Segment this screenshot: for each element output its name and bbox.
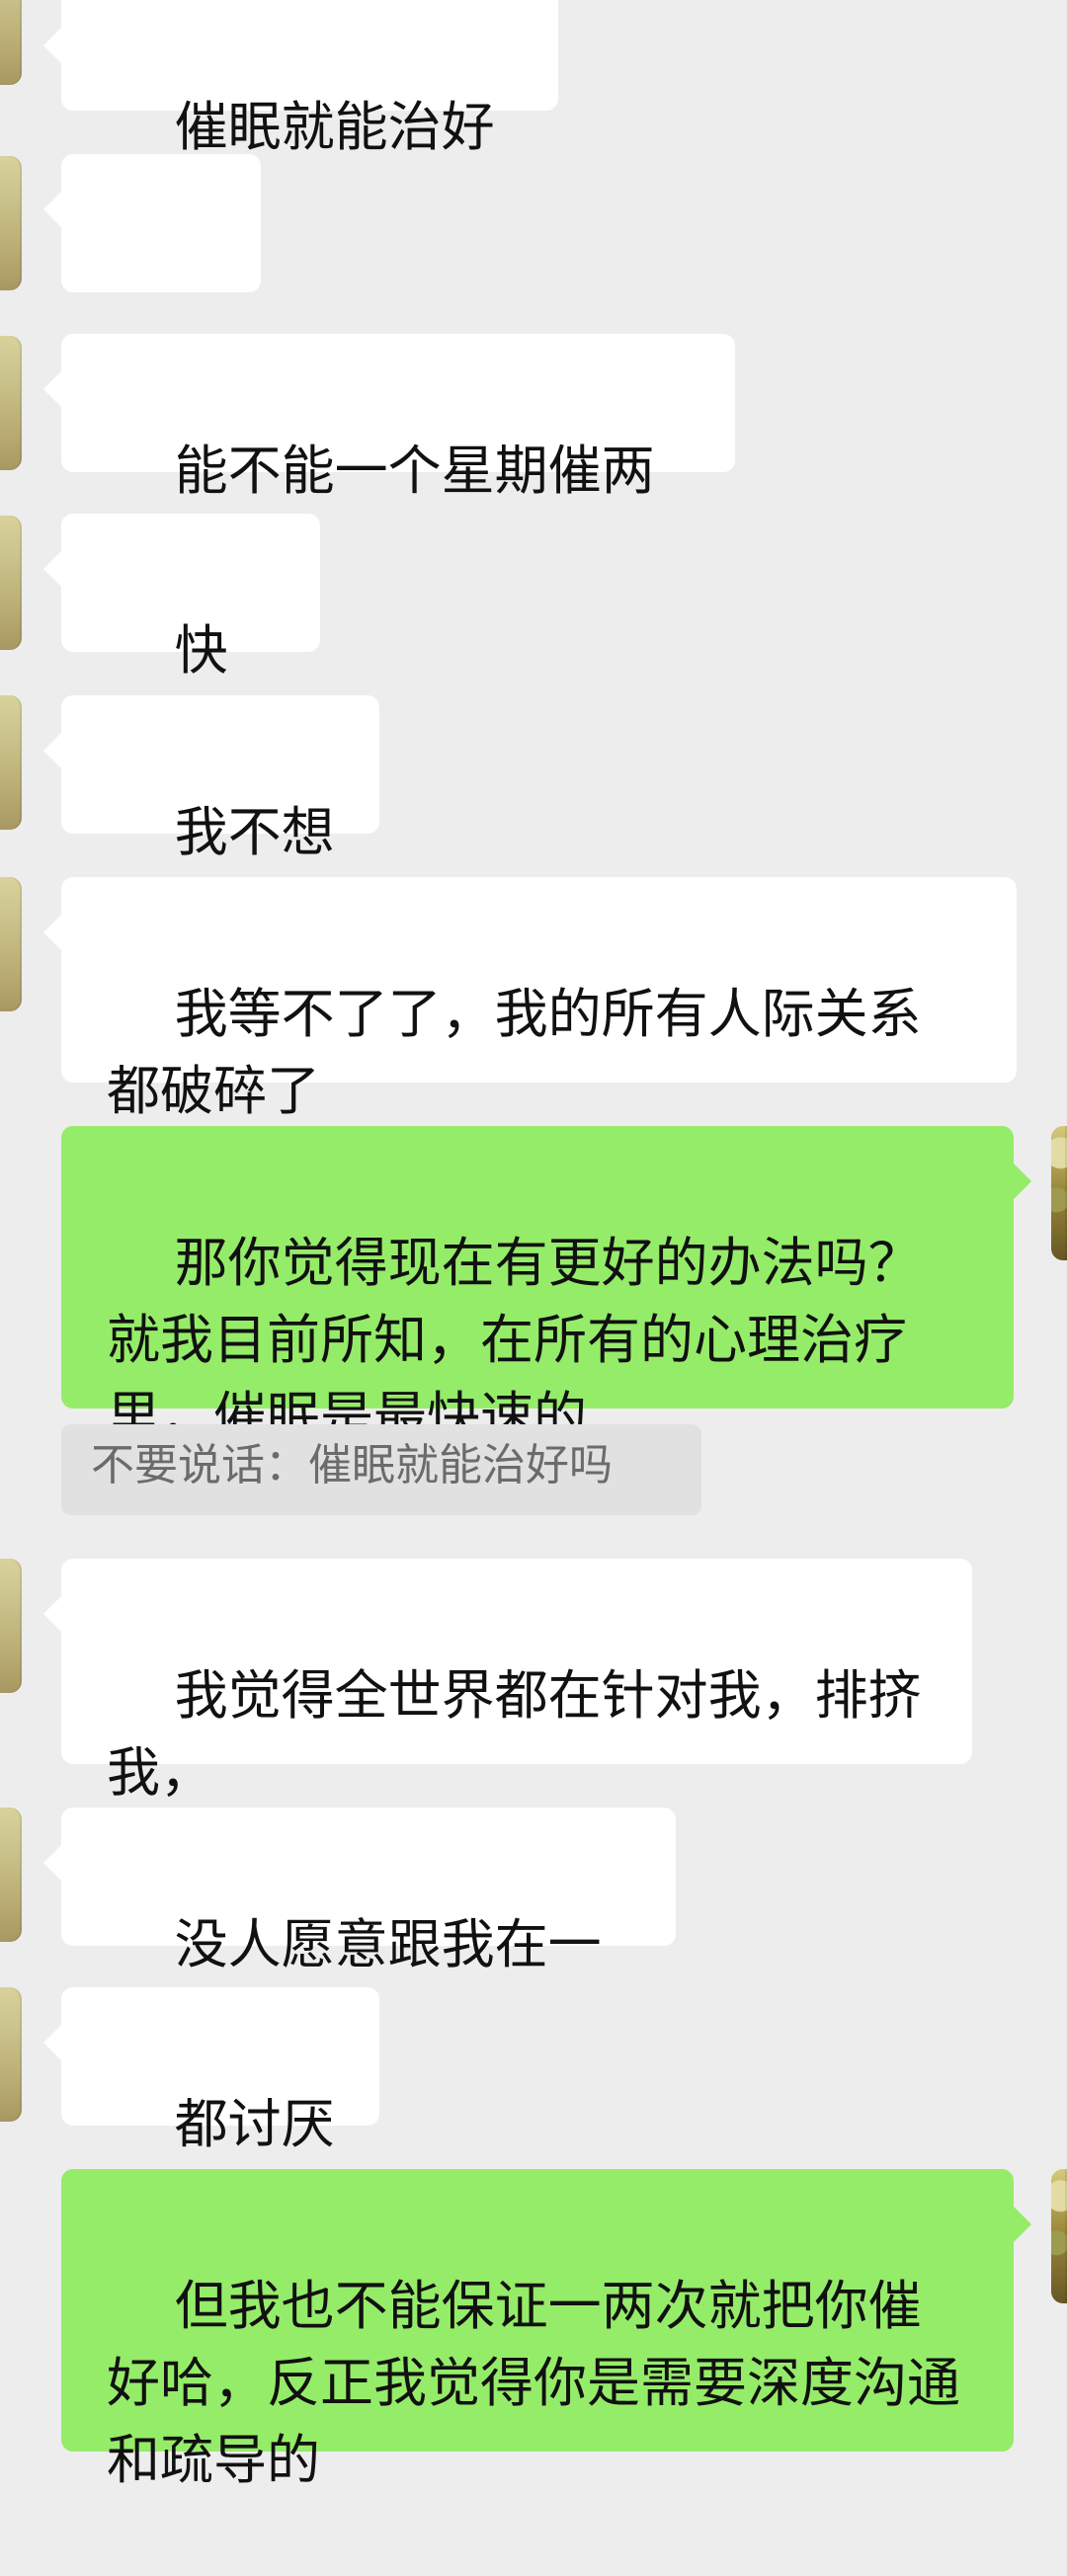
self-avatar[interactable] — [1051, 1126, 1067, 1260]
message-bubble-contact[interactable]: 没人愿意跟我在一起 — [43, 1808, 676, 2053]
message-bubble-contact[interactable]: 我等不了了，我的所有人际关系都破碎了 — [43, 877, 1017, 1122]
quoted-message[interactable]: 不要说话：催眠就能治好吗 — [61, 1424, 701, 1515]
message-bubble-contact[interactable]: 我不想等 — [43, 695, 379, 940]
contact-avatar[interactable] — [0, 156, 22, 290]
self-avatar[interactable] — [1051, 2169, 1067, 2303]
contact-avatar[interactable] — [0, 516, 22, 650]
message-text: 但我也不能保证一两次就把你催好哈，反正我觉得你是需要深度沟通和疏导的 — [107, 2275, 960, 2491]
message-bubble-contact[interactable]: 催眠就能治好吗 — [43, 0, 558, 235]
message-bubble-contact[interactable]: 快一点 — [43, 514, 320, 759]
quoted-message-text: 不要说话：催眠就能治好吗 — [91, 1440, 613, 1490]
contact-avatar[interactable] — [0, 877, 22, 1011]
message-bubble-self[interactable]: 但我也不能保证一两次就把你催好哈，反正我觉得你是需要深度沟通和疏导的 — [61, 2169, 1031, 2491]
message-bubble-self[interactable]: 那你觉得现在有更好的办法吗？就我目前所知，在所有的心理治疗里，催眠是最快速的 — [61, 1126, 1031, 1448]
contact-avatar[interactable] — [0, 1559, 22, 1693]
message-text: 我等不了了，我的所有人际关系都破碎了 — [107, 983, 922, 1122]
message-bubble-contact[interactable]: 能不能一个星期催两次 — [43, 334, 735, 579]
contact-avatar[interactable] — [0, 336, 22, 470]
message-bubble-contact[interactable]: 老师 — [43, 154, 261, 399]
message-text: 我觉得全世界都在针对我，排挤我， — [107, 1664, 922, 1804]
contact-avatar[interactable] — [0, 695, 22, 830]
contact-avatar[interactable] — [0, 1808, 22, 1942]
message-bubble-contact[interactable]: 我觉得全世界都在针对我，排挤我， — [43, 1559, 972, 1804]
message-text: 那你觉得现在有更好的办法吗？就我目前所知，在所有的心理治疗里，催眠是最快速的 — [107, 1232, 922, 1448]
chat-thread: 催眠就能治好吗 老师 能不能一个星期催两次 快一点 我不想等 我等不了了，我的所… — [0, 0, 1067, 2491]
contact-avatar[interactable] — [0, 1987, 22, 2122]
contact-avatar[interactable] — [0, 0, 22, 85]
message-bubble-contact[interactable]: 都讨厌我 — [43, 1987, 379, 2232]
